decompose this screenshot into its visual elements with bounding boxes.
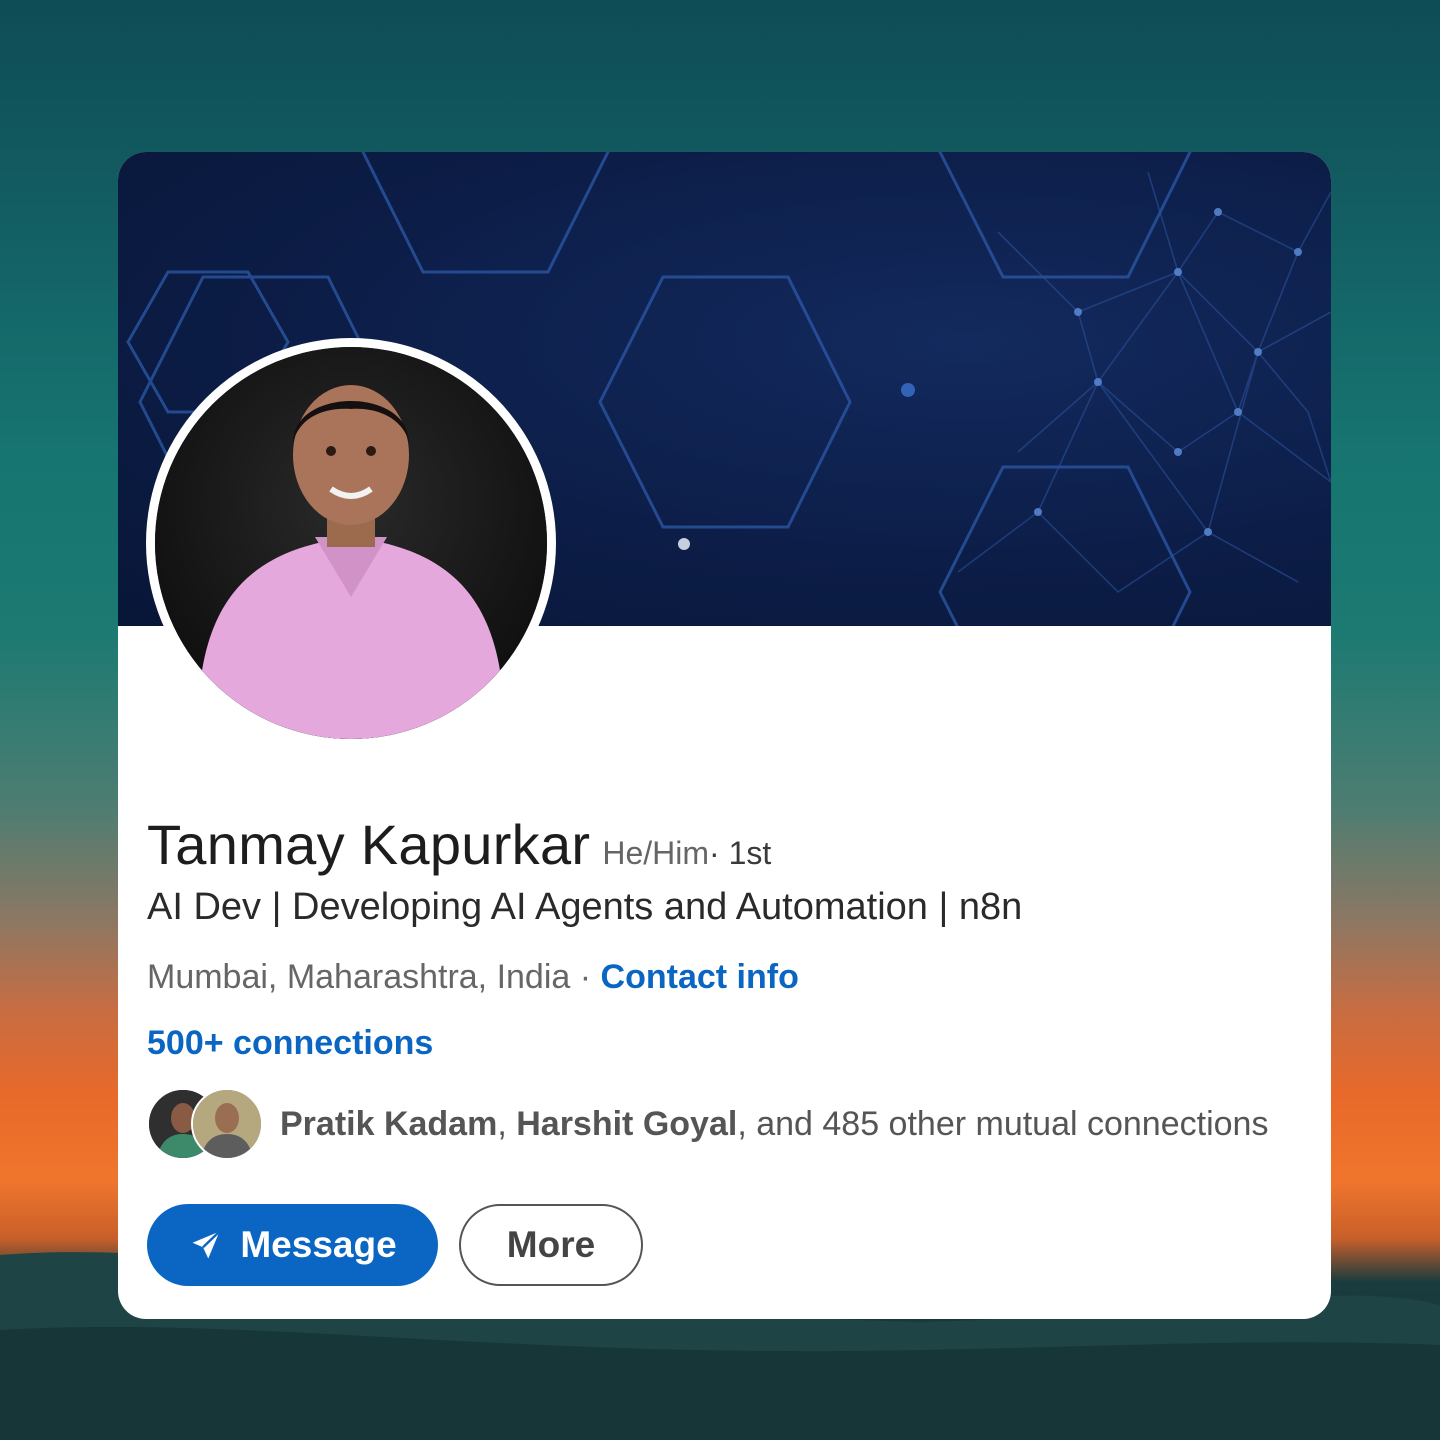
mutual-connections-text: Pratik Kadam, Harshit Goyal, and 485 oth… (280, 1105, 1268, 1144)
mutual-name: Harshit Goyal (516, 1104, 738, 1143)
profile-photo (155, 347, 547, 739)
connections-link[interactable]: 500+ connections (147, 1024, 433, 1063)
message-label: Message (240, 1224, 397, 1265)
location-row: Mumbai, Maharashtra, India · Contact inf… (147, 958, 799, 997)
profile-photo-frame[interactable] (146, 338, 556, 748)
mutual-name: Pratik Kadam (280, 1104, 498, 1143)
person-illustration (155, 347, 547, 739)
contact-info-link[interactable]: Contact info (601, 958, 799, 996)
profile-name: Tanmay Kapurkar (147, 813, 591, 876)
message-button[interactable]: Message (147, 1204, 438, 1286)
location-separator: · (570, 958, 601, 996)
mutual-connections[interactable]: Pratik Kadam, Harshit Goyal, and 485 oth… (147, 1088, 1268, 1160)
profile-headline: AI Dev | Developing AI Agents and Automa… (147, 886, 1023, 928)
profile-card: Tanmay Kapurkar He/Him · 1st AI Dev | De… (118, 152, 1331, 1319)
paper-plane-icon (192, 1230, 221, 1259)
more-button[interactable]: More (459, 1204, 643, 1286)
avatar (191, 1088, 263, 1160)
pronouns: He/Him (602, 835, 710, 871)
more-label: More (506, 1224, 596, 1265)
connection-degree: · 1st (709, 835, 772, 871)
mutual-rest: , and 485 other mutual connections (737, 1104, 1269, 1143)
mutual-separator: , (497, 1104, 517, 1143)
mutual-avatars (147, 1088, 263, 1160)
location: Mumbai, Maharashtra, India (147, 958, 571, 996)
name-row: Tanmay Kapurkar He/Him · 1st (147, 812, 771, 877)
